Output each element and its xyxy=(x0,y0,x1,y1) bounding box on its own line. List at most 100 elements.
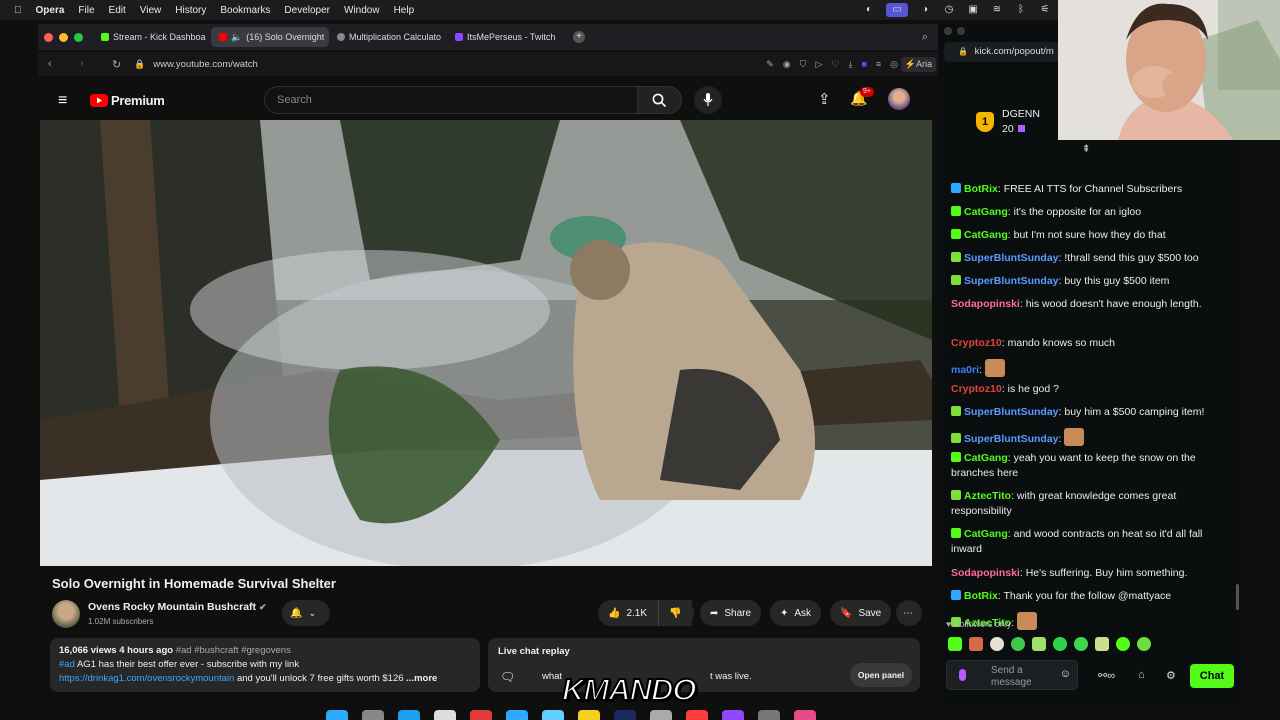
app-icon[interactable] xyxy=(758,710,780,720)
channel-name[interactable]: Ovens Rocky Mountain Bushcraft ✔ xyxy=(88,601,267,613)
tab-kick-dashboard[interactable]: Stream - Kick Dashboa xyxy=(93,27,211,47)
chat-username[interactable]: AztecTito xyxy=(964,490,1011,502)
app-icon[interactable] xyxy=(506,710,528,720)
chat-scrollbar[interactable] xyxy=(1236,584,1239,610)
close-window-icon[interactable] xyxy=(944,27,952,35)
toggle-icon[interactable]: ◑ xyxy=(918,3,932,17)
close-window-icon[interactable] xyxy=(44,32,53,42)
app-icon[interactable] xyxy=(686,710,708,720)
save-button[interactable]: 🔖 Save xyxy=(830,600,892,626)
emote-icon[interactable] xyxy=(1137,637,1151,651)
app-icon[interactable] xyxy=(362,710,384,720)
menu-view[interactable]: View xyxy=(140,5,162,16)
aria-button[interactable]: ⚡Aria xyxy=(900,56,936,72)
more-actions-button[interactable]: ⋯ xyxy=(896,600,922,626)
more-link[interactable]: ...more xyxy=(406,673,437,684)
chat-username[interactable]: SuperBluntSunday xyxy=(964,252,1059,264)
chat-username[interactable]: Cryptoz10 xyxy=(951,383,1002,395)
chat-username[interactable]: CatGang xyxy=(964,206,1008,218)
video-player[interactable] xyxy=(40,120,932,566)
emoji-icon[interactable]: ☺ xyxy=(1060,668,1071,680)
apple-icon[interactable]:  xyxy=(14,5,22,16)
tab-search-icon[interactable]: ⌕ xyxy=(922,31,928,44)
open-panel-button[interactable]: Open panel xyxy=(850,663,912,687)
desc-hashtag[interactable]: #ad xyxy=(59,659,75,670)
notifications-button[interactable]: 🔔 9+ xyxy=(850,87,874,107)
chat-username[interactable]: BotRix xyxy=(964,183,998,195)
edit-icon[interactable]: ✎ xyxy=(766,59,774,70)
upload-icon[interactable]: ⇪ xyxy=(818,90,831,108)
menu-history[interactable]: History xyxy=(175,5,206,16)
menu-developer[interactable]: Developer xyxy=(284,5,330,16)
new-tab-icon[interactable]: + xyxy=(573,31,585,43)
kick-url[interactable]: kick.com/popout/m xyxy=(975,46,1054,57)
desc-hashtags[interactable]: #ad #bushcraft #gregovens xyxy=(176,645,291,656)
app-menu[interactable]: Opera xyxy=(36,5,65,16)
wifi-icon[interactable]: ≋ xyxy=(990,3,1004,17)
message-input[interactable]: Send a message ☺ xyxy=(946,660,1078,690)
window-icon[interactable]: ▣ xyxy=(966,3,980,17)
shield-icon[interactable]: ⛉ xyxy=(800,59,807,70)
settings-icon[interactable]: ⚙ xyxy=(1166,669,1176,682)
speaker-icon[interactable]: 🔈 xyxy=(231,32,242,43)
menu-icon[interactable]: ≡ xyxy=(876,59,881,70)
chat-username[interactable]: Sodapopinski xyxy=(951,567,1020,579)
chat-username[interactable]: CatGang xyxy=(964,452,1008,464)
link-icon[interactable]: ⚯∞ xyxy=(1098,669,1115,682)
emote-icon[interactable] xyxy=(1053,637,1067,651)
menu-help[interactable]: Help xyxy=(394,5,415,16)
chat-username[interactable]: SuperBluntSunday xyxy=(964,433,1059,445)
voice-search-button[interactable] xyxy=(694,86,722,114)
back-icon[interactable]: ‹ xyxy=(48,58,62,70)
profile-icon[interactable]: ◎ xyxy=(890,59,898,70)
app-icon[interactable] xyxy=(542,710,564,720)
url-field[interactable]: www.youtube.com/watch xyxy=(153,59,258,70)
emote-icon[interactable] xyxy=(1074,637,1088,651)
pin-icon[interactable]: ⇞ xyxy=(1082,144,1090,155)
emote-icon[interactable] xyxy=(1116,637,1130,651)
camera-icon[interactable]: ◉ xyxy=(783,59,791,70)
tab-twitch[interactable]: ItsMePerseus - Twitch xyxy=(447,27,565,47)
app-icon[interactable] xyxy=(614,710,636,720)
store-icon[interactable]: ⌂ xyxy=(1138,669,1145,681)
zoom-window-icon[interactable] xyxy=(74,32,83,42)
app-icon[interactable] xyxy=(794,710,816,720)
app-icon[interactable] xyxy=(578,710,600,720)
chat-username[interactable]: CatGang xyxy=(964,528,1008,540)
emote-icon[interactable] xyxy=(1032,637,1046,651)
emote-icon[interactable] xyxy=(969,637,983,651)
chat-username[interactable]: ma0ri xyxy=(951,364,979,376)
chat-username[interactable]: SuperBluntSunday xyxy=(964,275,1059,287)
chat-username[interactable]: BotRix xyxy=(964,590,998,602)
menu-bookmarks[interactable]: Bookmarks xyxy=(220,5,270,16)
tab-multiplication[interactable]: Multiplication Calculato xyxy=(329,27,447,47)
share-button[interactable]: ➦ Share xyxy=(700,600,762,626)
hamburger-menu-icon[interactable]: ≡ xyxy=(58,92,67,110)
heart-icon[interactable]: ♡ xyxy=(831,59,839,70)
screen-record-icon[interactable]: ▭ xyxy=(886,3,908,17)
menu-file[interactable]: File xyxy=(78,5,94,16)
subscribed-button[interactable]: 🔔 ⌄ xyxy=(282,600,330,626)
display-icon[interactable]: ◐ xyxy=(862,3,876,17)
description-box[interactable]: 16,066 views 4 hours ago #ad #bushcraft … xyxy=(50,638,480,692)
clock-icon[interactable]: ◷ xyxy=(942,3,956,17)
chat-send-button[interactable]: Chat xyxy=(1190,664,1234,688)
emote-icon[interactable] xyxy=(1095,637,1109,651)
mic-icon[interactable] xyxy=(959,669,966,681)
emote-icon[interactable] xyxy=(990,637,1004,651)
emote-icon[interactable] xyxy=(1011,637,1025,651)
tab-youtube[interactable]: 🔈 (16) Solo Overnight xyxy=(211,27,329,47)
app-icon[interactable] xyxy=(434,710,456,720)
ask-button[interactable]: ✦ Ask xyxy=(770,600,822,626)
control-center-icon[interactable]: ⚟ xyxy=(1038,3,1052,17)
chat-username[interactable]: CatGang xyxy=(964,229,1008,241)
download-icon[interactable]: ⤓ xyxy=(848,59,852,70)
app-icon[interactable] xyxy=(722,710,744,720)
menu-window[interactable]: Window xyxy=(344,5,380,16)
youtube-logo[interactable]: Premium xyxy=(90,93,165,108)
app-icon[interactable] xyxy=(398,710,420,720)
play-icon[interactable]: ▷ xyxy=(815,59,822,70)
emote-icon[interactable] xyxy=(948,637,962,651)
extensions-icon[interactable]: ■ xyxy=(861,59,866,70)
bluetooth-icon[interactable]: ᛒ xyxy=(1014,3,1028,17)
